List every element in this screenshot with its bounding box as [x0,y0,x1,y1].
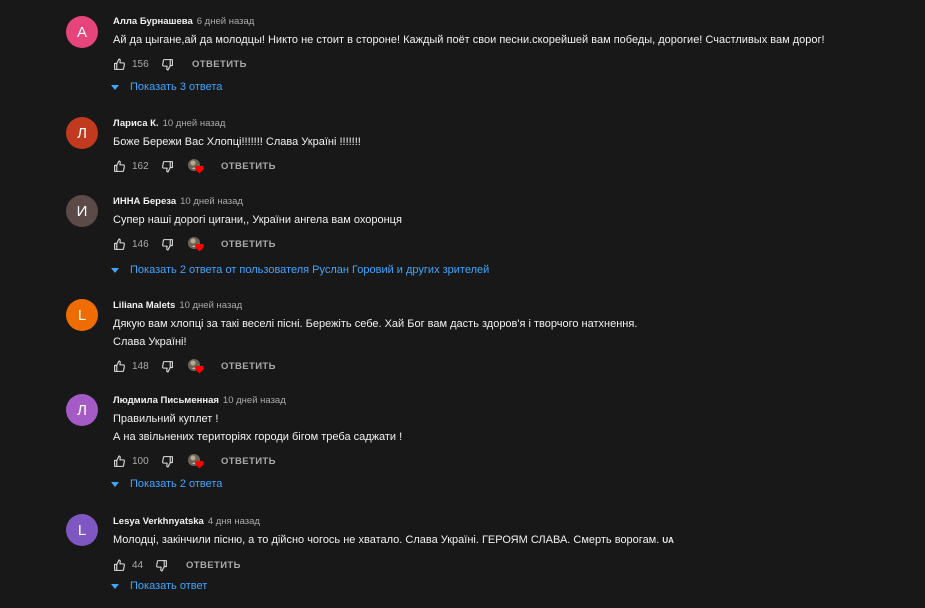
like-count: 156 [132,58,149,70]
creator-heart-icon [187,449,205,473]
comment-time[interactable]: 4 дня назад [208,516,260,527]
thumbs-down-icon[interactable] [161,232,175,256]
avatar[interactable]: Л [66,117,98,149]
thumbs-up-icon[interactable] [113,553,127,577]
comment-time[interactable]: 10 дней назад [163,118,226,129]
reply-button[interactable]: ОТВЕТИТЬ [221,449,276,473]
thumbs-up-icon[interactable] [113,449,127,473]
thumbs-down-icon[interactable] [155,553,169,577]
comment-actions: 44 ОТВЕТИТЬ [113,553,905,577]
caret-down-icon [111,267,121,273]
comment-author[interactable]: Liliana Malets [113,300,175,311]
reply-button[interactable]: ОТВЕТИТЬ [192,52,247,76]
thumbs-up-icon[interactable] [113,52,127,76]
caret-down-icon [111,481,121,487]
comment-text: Супер наші дорогі цигани,, України ангел… [113,214,402,226]
thumbs-up-icon[interactable] [113,154,127,178]
comment-time[interactable]: 10 дней назад [180,196,243,207]
comment-actions: 162 ОТВЕТИТЬ [113,154,905,178]
thumbs-up-icon[interactable] [113,354,127,378]
caret-down-icon [111,583,121,589]
comment-time[interactable]: 10 дней назад [179,300,242,311]
caret-down-icon [111,84,121,90]
creator-heart-icon [187,232,205,256]
comment-time[interactable]: 6 дней назад [197,16,255,27]
thumbs-down-icon[interactable] [161,154,175,178]
reply-button[interactable]: ОТВЕТИТЬ [221,232,276,256]
comment-author[interactable]: Лариса К. [113,118,159,129]
comment-actions: 146 ОТВЕТИТЬ [113,232,905,256]
comment-text: Молодці, закінчили пісню, а то дійсно чо… [113,534,674,546]
like-count: 162 [132,160,149,172]
creator-heart-icon [187,154,205,178]
show-replies-button[interactable]: Показать 2 ответа [111,475,222,493]
like-count: 100 [132,455,149,467]
avatar[interactable]: Л [66,394,98,426]
avatar[interactable]: И [66,195,98,227]
comment-author[interactable]: Алла Бурнашева [113,16,193,27]
comment-author[interactable]: Людмила Письменная [113,395,219,406]
like-count: 146 [132,238,149,250]
thumbs-down-icon[interactable] [161,52,175,76]
reply-button[interactable]: ОТВЕТИТЬ [221,154,276,178]
thumbs-up-icon[interactable] [113,232,127,256]
comment-time[interactable]: 10 дней назад [223,395,286,406]
avatar[interactable]: А [66,16,98,48]
comment-author[interactable]: ИННА Береза [113,196,176,207]
comment-text: Правильний куплет ! А на звільнених терит… [113,413,403,443]
show-replies-button[interactable]: Показать 2 ответа от пользователя Руслан… [111,261,489,279]
reply-button[interactable]: ОТВЕТИТЬ [221,354,276,378]
thumbs-down-icon[interactable] [161,449,175,473]
comment-actions: 100 ОТВЕТИТЬ [113,449,905,473]
reply-button[interactable]: ОТВЕТИТЬ [186,553,241,577]
like-count: 148 [132,360,149,372]
comment-text: Боже Бережи Вас Хлопці!!!!!!! Слава Укра… [113,136,361,148]
comment-author[interactable]: Lesya Verkhnyatska [113,516,204,527]
show-replies-button[interactable]: Показать ответ [111,577,207,595]
like-count: 44 [132,559,144,571]
comment-text: Дякую вам хлопці за такі веселі пісні. Б… [113,318,638,348]
comment-actions: 156 ОТВЕТИТЬ [113,52,905,76]
comment-text: Ай да цыгане,ай да молодцы! Никто не сто… [113,34,825,46]
flag-label: UA [662,536,674,545]
comment-actions: 148 ОТВЕТИТЬ [113,354,905,378]
creator-heart-icon [187,354,205,378]
thumbs-down-icon[interactable] [161,354,175,378]
show-replies-button[interactable]: Показать 3 ответа [111,78,222,96]
avatar[interactable]: L [66,514,98,546]
avatar[interactable]: L [66,299,98,331]
